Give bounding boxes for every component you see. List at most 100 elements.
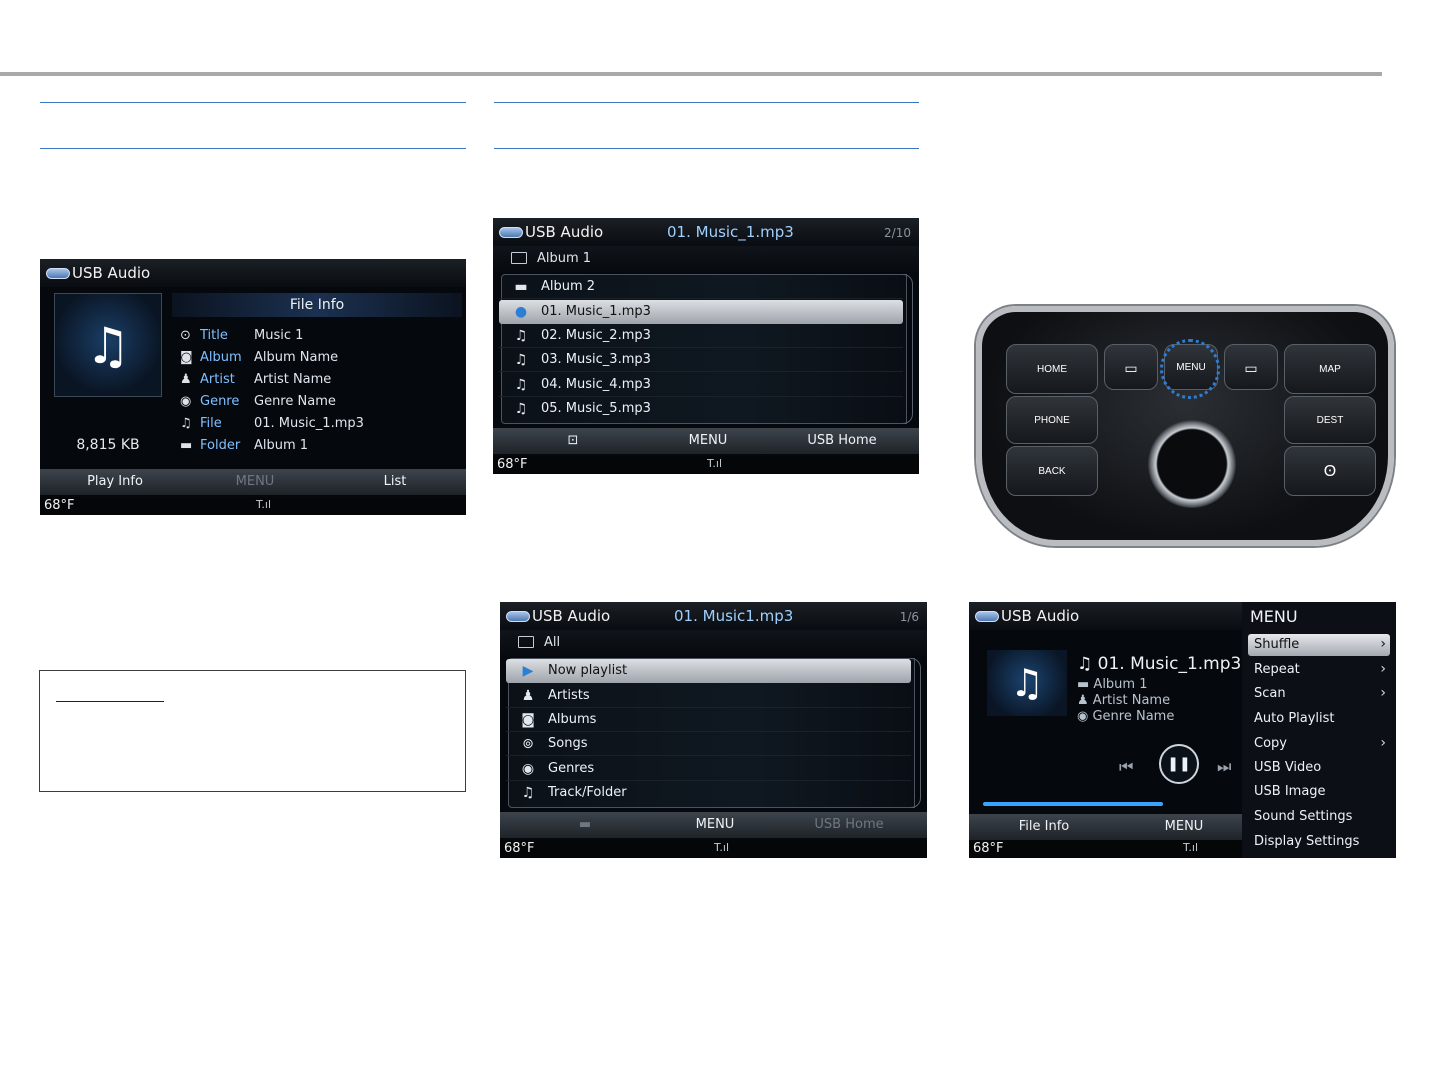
back-button[interactable]: BACK <box>1006 446 1098 496</box>
source-title: USB Audio <box>72 264 151 282</box>
list-item[interactable]: ♫ 03. Music_3.mp3 <box>499 348 903 372</box>
folder-up-icon[interactable]: ⊡ <box>553 433 593 448</box>
source-title: USB Audio <box>525 223 604 241</box>
home-button[interactable]: HOME <box>1006 344 1098 394</box>
menu-item-auto-playlist[interactable]: Auto Playlist <box>1248 708 1390 730</box>
menu-softkey[interactable]: MENU <box>200 474 310 489</box>
artist-icon: ♟ <box>1077 693 1093 708</box>
source-title: USB Audio <box>1001 607 1080 625</box>
menu-item-repeat[interactable]: Repeat › <box>1248 659 1390 681</box>
list-item[interactable]: ▬ Album 2 <box>499 275 903 299</box>
usb-icon <box>499 226 523 238</box>
list-item[interactable]: ♫ 05. Music_5.mp3 <box>499 397 903 421</box>
menu-item-usb-image[interactable]: USB Image <box>1248 781 1390 803</box>
scrollbar[interactable] <box>911 658 921 808</box>
list-item[interactable]: ◉ Genres <box>506 757 911 781</box>
menu-item-usb-video[interactable]: USB Video <box>1248 757 1390 779</box>
screen-header: USB Audio <box>40 259 466 287</box>
songs-icon: ⊚ <box>522 736 534 752</box>
folder-outline-icon <box>518 636 534 648</box>
track-count: 2/10 <box>884 226 911 240</box>
usb-home-button[interactable]: USB Home <box>787 433 897 448</box>
list-item[interactable]: ♫ Track/Folder <box>506 781 911 805</box>
music-note-icon: ♫ <box>1009 661 1045 705</box>
genre-icon: ◉ <box>521 761 535 777</box>
file-info-button[interactable]: File Info <box>989 819 1099 834</box>
file-list-screen: USB Audio 01. Music_1.mp3 2/10 Album 1 ▬… <box>493 218 919 474</box>
list-button[interactable]: List <box>340 474 450 489</box>
menu-softkey[interactable]: MENU <box>660 817 770 832</box>
chevron-right-icon: › <box>1380 661 1386 677</box>
now-playing-artist: ♟ Artist Name <box>1077 693 1171 708</box>
folder-icon: ▬ <box>1077 677 1094 692</box>
next-track-icon[interactable]: ⏭ <box>1217 757 1231 777</box>
list-item[interactable]: ⊚ Songs <box>506 732 911 756</box>
menu-softkey[interactable]: MENU <box>653 433 763 448</box>
usb-home-button[interactable]: USB Home <box>794 817 904 832</box>
list-item-selected[interactable]: ▶ Now playlist <box>506 659 911 683</box>
control-knob[interactable] <box>1148 420 1236 508</box>
menu-softkey[interactable]: MENU <box>1129 819 1239 834</box>
usb-icon <box>506 610 530 622</box>
pause-button[interactable]: ❚❚ <box>1159 744 1199 784</box>
map-button[interactable]: MAP <box>1284 344 1376 394</box>
head-unit-control-panel: HOME PHONE BACK ▭ MENU ▭ MAP DEST ʘ <box>976 306 1394 546</box>
now-playing-track: ♫ 01. Music_1.mp3 <box>1077 654 1242 674</box>
softkey-bar: File Info MENU <box>969 814 1242 840</box>
artist-icon: ♟ <box>521 688 535 704</box>
signal-icon: T.ıl <box>714 841 730 854</box>
scrollbar[interactable] <box>903 274 913 424</box>
usb-icon <box>46 267 70 279</box>
chevron-right-icon: › <box>1380 636 1386 652</box>
folder-icon[interactable]: ▬ <box>570 817 600 832</box>
now-playing-album: ▬ Album 1 <box>1077 677 1148 692</box>
status-bar: 68°F T.ıl <box>493 456 919 474</box>
menu-item-sound-settings[interactable]: Sound Settings <box>1248 806 1390 828</box>
music-note-icon: ♫ <box>514 401 528 417</box>
file-size: 8,815 KB <box>76 437 140 453</box>
info-row-artist: ♟ Artist Artist Name <box>180 372 332 387</box>
signal-icon: T.ıl <box>256 498 272 511</box>
menu-item-copy[interactable]: Copy › <box>1248 733 1390 755</box>
screen-header: USB Audio 01. Music1.mp3 1/6 <box>500 602 927 630</box>
voice-icon: ʘ <box>1323 463 1337 480</box>
folder-icon: ▬ <box>514 279 528 295</box>
track-count: 1/6 <box>899 610 919 624</box>
dest-button[interactable]: DEST <box>1284 396 1376 444</box>
list-item-selected[interactable]: ● 01. Music_1.mp3 <box>499 300 903 324</box>
usb-icon <box>975 610 999 622</box>
info-row-file: ♫ File 01. Music_1.mp3 <box>180 416 364 431</box>
play-info-button[interactable]: Play Info <box>60 474 170 489</box>
softkey-bar: ▬ MENU USB Home <box>500 812 927 838</box>
voice-button[interactable]: ʘ <box>1284 446 1376 496</box>
album-art: ♫ <box>987 650 1067 716</box>
phone-button[interactable]: PHONE <box>1006 396 1098 444</box>
menu-item-display-settings[interactable]: Display Settings <box>1248 831 1390 853</box>
status-bar: 68°F T.ıl <box>969 840 1242 858</box>
list-item[interactable]: ♟ Artists <box>506 684 911 708</box>
category-list-screen: USB Audio 01. Music1.mp3 1/6 All ▶ Now p… <box>500 602 927 858</box>
current-track: 01. Music_1.mp3 <box>667 223 794 241</box>
list-item[interactable]: ◙ Albums <box>506 708 911 732</box>
music-note-icon: ♫ <box>521 785 535 801</box>
list-item[interactable]: ♫ 02. Music_2.mp3 <box>499 324 903 348</box>
screen-left-button[interactable]: ▭ <box>1104 344 1158 390</box>
album-art: ♫ <box>54 293 162 397</box>
top-divider <box>0 72 1382 76</box>
screen-icon: ▭ <box>1124 360 1138 376</box>
temperature: 68°F <box>504 841 535 856</box>
music-note-icon: ♫ <box>180 416 192 431</box>
menu-item-shuffle[interactable]: Shuffle › <box>1248 634 1390 656</box>
screen-right-button[interactable]: ▭ <box>1224 344 1278 390</box>
source-title: USB Audio <box>532 607 611 625</box>
chevron-right-icon: › <box>1380 735 1386 751</box>
menu-title: MENU <box>1250 607 1298 626</box>
temperature: 68°F <box>973 841 1004 856</box>
list-item[interactable]: ♫ 04. Music_4.mp3 <box>499 373 903 397</box>
previous-track-icon[interactable]: ⏮ <box>1119 757 1133 777</box>
music-note-icon: ♫ <box>85 317 131 375</box>
menu-item-scan[interactable]: Scan › <box>1248 683 1390 705</box>
temperature: 68°F <box>497 457 528 472</box>
screen-icon: ▭ <box>1244 360 1258 376</box>
progress-bar[interactable] <box>983 802 1163 806</box>
